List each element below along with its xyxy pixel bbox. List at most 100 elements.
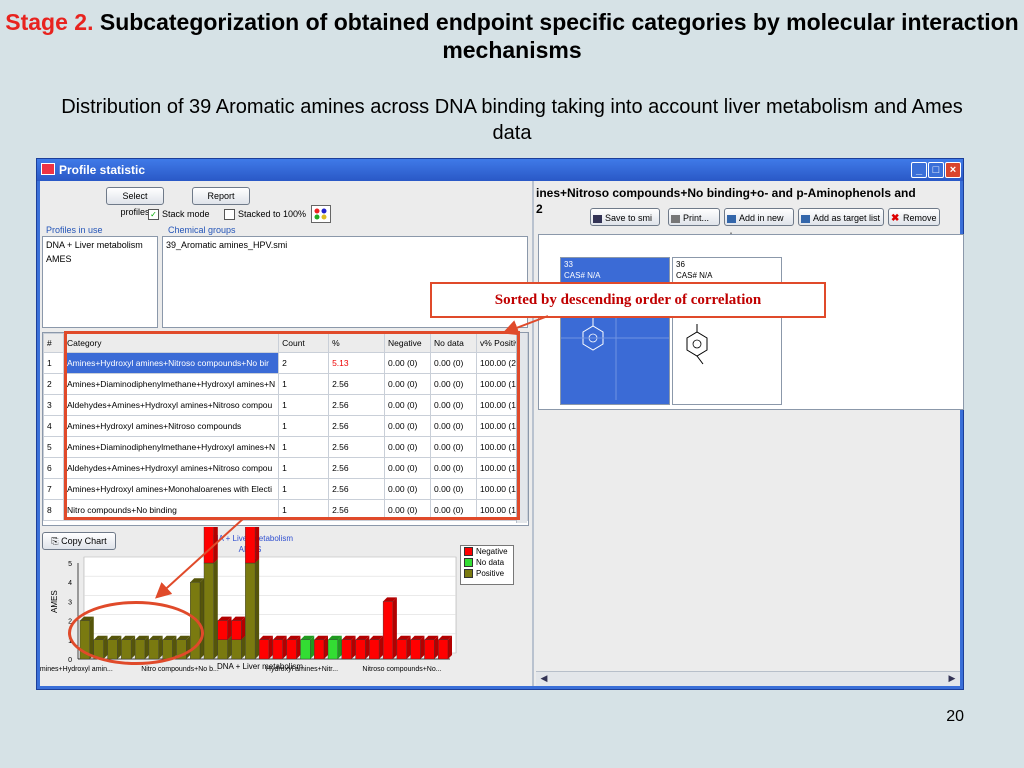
structure-id: 36 xyxy=(676,260,685,269)
remove-icon: ✖ xyxy=(891,212,900,224)
chart-xlabel: DNA + Liver metabolism xyxy=(216,662,304,671)
table-cell: 3 xyxy=(43,394,64,416)
selected-category-text: ines+Nitroso compounds+No binding+o- and… xyxy=(536,186,916,200)
bar-no-data xyxy=(300,639,311,660)
low-bars-highlight-ellipse xyxy=(68,601,204,665)
bar-side xyxy=(379,635,384,659)
slide-title-stage: Stage 2. xyxy=(5,9,94,35)
slide-title: Stage 2. Subcategorization of obtained e… xyxy=(0,8,1024,64)
bar-side xyxy=(351,635,356,659)
report-button[interactable]: Report xyxy=(192,187,250,205)
stacked-100-checkbox[interactable]: Stacked to 100% xyxy=(224,208,307,221)
structure-card-36[interactable]: 36 CAS# N/A xyxy=(672,257,782,405)
structure-cas: CAS# N/A xyxy=(564,271,601,280)
structure-id: 33 xyxy=(564,260,573,269)
y-tick-label: 4 xyxy=(68,580,72,587)
minimize-button[interactable]: _ xyxy=(911,162,927,178)
save-icon xyxy=(593,214,602,223)
bar-negative xyxy=(341,639,352,660)
page-number: 20 xyxy=(946,708,964,725)
remove-button[interactable]: ✖ Remove xyxy=(888,208,940,226)
bar-side xyxy=(282,635,287,659)
table-cell: 1 xyxy=(43,352,64,374)
bar-negative xyxy=(438,639,449,660)
list-item[interactable]: 39_Aromatic amines_HPV.smi xyxy=(163,237,527,251)
bar-side xyxy=(337,635,342,659)
bar-positive xyxy=(231,639,242,660)
stack-mode-checkbox[interactable]: ✓ Stack mode xyxy=(148,208,210,221)
bar-side xyxy=(213,527,218,563)
chemical-groups-label: Chemical groups xyxy=(168,225,236,235)
y-tick-label: 0 xyxy=(68,657,72,664)
bar-side xyxy=(227,635,232,659)
bar-negative xyxy=(203,527,214,564)
scroll-left-icon[interactable]: ◀ xyxy=(538,673,550,684)
slide-title-text: Subcategorization of obtained endpoint s… xyxy=(99,9,1019,63)
chart-legend: Negative No data Positive xyxy=(460,545,514,585)
table-cell: 5 xyxy=(43,436,64,458)
y-tick-label: 5 xyxy=(68,561,72,568)
add-as-target-list-button[interactable]: Add as target list xyxy=(798,208,884,226)
bar-negative xyxy=(245,527,256,564)
close-button[interactable]: × xyxy=(945,162,961,178)
bar-side xyxy=(268,635,273,659)
save-to-smi-button[interactable]: Save to smi xyxy=(590,208,660,226)
bar-negative xyxy=(217,620,228,640)
bar-side xyxy=(392,597,397,659)
print-icon xyxy=(671,214,680,223)
table-highlight-box xyxy=(64,331,520,520)
bar-negative xyxy=(369,639,380,660)
bar-side xyxy=(255,559,260,659)
bar-positive xyxy=(245,562,256,660)
table-cell: 2 xyxy=(43,373,64,395)
bar-side xyxy=(213,559,218,659)
legend-item-negative: Negative xyxy=(461,546,513,557)
bar-side xyxy=(448,635,452,659)
table-cell: 6 xyxy=(43,457,64,479)
bar-side xyxy=(365,635,370,659)
window-title: Profile statistic xyxy=(59,163,146,177)
app-icon xyxy=(41,163,55,175)
bar-negative xyxy=(314,639,325,660)
table-cell: 8 xyxy=(43,499,64,521)
column-header[interactable]: # xyxy=(43,333,64,353)
table-cell: 4 xyxy=(43,415,64,437)
structure-card-33[interactable]: 33 CAS# N/A xyxy=(560,257,670,420)
structure-cas: CAS# N/A xyxy=(676,271,713,280)
stacked-100-label: Stacked to 100% xyxy=(238,209,307,219)
scroll-right-icon[interactable]: ▶ xyxy=(946,673,958,684)
bar-negative xyxy=(231,620,242,640)
bar-negative xyxy=(286,639,297,660)
bar-side xyxy=(324,635,328,659)
table-cell: 7 xyxy=(43,478,64,500)
bar-side xyxy=(420,635,425,659)
list-item[interactable]: DNA + Liver metabolism xyxy=(43,237,157,251)
maximize-button[interactable]: □ xyxy=(928,162,944,178)
profiles-list[interactable]: DNA + Liver metabolism AMES xyxy=(42,236,158,328)
x-tick-label: Nitroso compounds+No... xyxy=(362,666,441,673)
bar-side xyxy=(296,635,301,659)
bar-side xyxy=(241,616,246,640)
bar-side xyxy=(227,616,232,640)
add-in-new-doc-button[interactable]: Add in new doc xyxy=(724,208,794,241)
chart-ylabel: AMES xyxy=(50,590,59,613)
bar-side xyxy=(255,527,260,563)
structures-horizontal-scrollbar[interactable]: ◀ ▶ xyxy=(536,671,960,686)
select-profiles-button[interactable]: Select profiles xyxy=(106,187,164,217)
bar-side xyxy=(406,635,411,659)
profiles-in-use-label: Profiles in use xyxy=(46,225,103,235)
x-tick-label: Amines+Hydroxyl amin... xyxy=(40,666,113,673)
palette-icon[interactable] xyxy=(311,205,331,223)
legend-item-no-data: No data xyxy=(461,557,513,568)
print-button[interactable]: Print... xyxy=(668,208,720,226)
structures-pane: ines+Nitroso compounds+No binding+o- and… xyxy=(532,181,964,686)
add-list-icon xyxy=(801,214,810,223)
window-titlebar[interactable]: Profile statistic _ □ × xyxy=(37,159,963,181)
bar-no-data xyxy=(327,639,338,660)
bar-negative xyxy=(355,639,366,660)
bar-side xyxy=(434,635,439,659)
slide-subtitle: Distribution of 39 Aromatic amines acros… xyxy=(61,96,963,144)
check-icon: ✓ xyxy=(148,209,159,221)
legend-item-positive: Positive xyxy=(461,568,513,579)
list-item[interactable]: AMES xyxy=(43,251,157,265)
